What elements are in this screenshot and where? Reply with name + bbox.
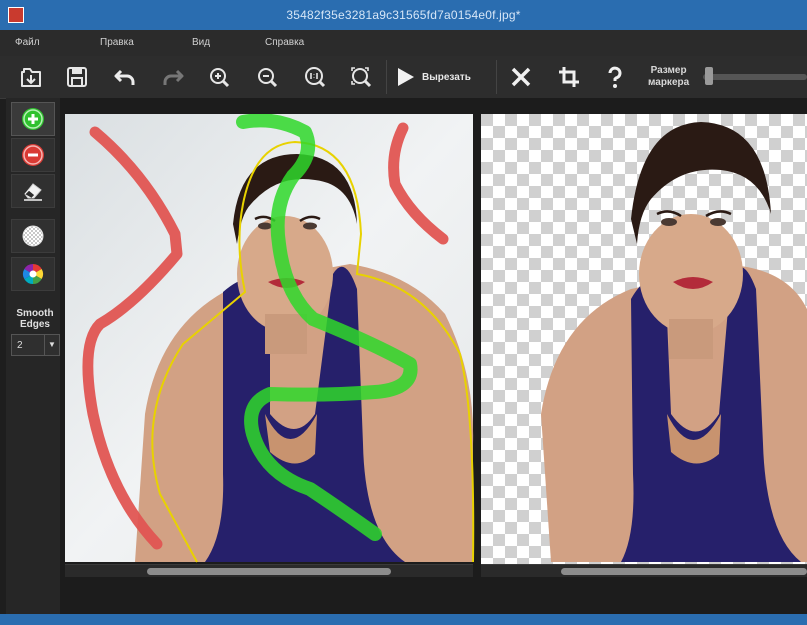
help-button[interactable] — [598, 60, 632, 94]
zoom-actual-icon — [305, 67, 326, 88]
color-wheel-icon — [22, 263, 44, 285]
background-button[interactable] — [11, 219, 55, 253]
zoom-fit-button[interactable] — [344, 60, 378, 94]
close-icon — [511, 67, 531, 87]
result-canvas-panel — [475, 98, 807, 625]
undo-button[interactable] — [108, 60, 142, 94]
smooth-edges-select[interactable]: 2 ▼ — [11, 334, 60, 356]
smooth-label-line1: Smooth — [16, 308, 54, 319]
window-bottom-border — [0, 614, 807, 625]
menu-view[interactable]: Вид — [192, 37, 210, 48]
title-bar: 35482f35e3281a9c31565fd7a0154e0f.jpg* — [0, 0, 807, 31]
marker-size-slider-thumb[interactable] — [704, 67, 713, 85]
result-scrollbar-thumb[interactable] — [561, 568, 807, 575]
redo-button[interactable] — [156, 60, 190, 94]
crop-icon — [559, 67, 579, 87]
circle-icon — [22, 225, 44, 247]
source-image-canvas[interactable] — [65, 114, 480, 584]
window-title: 35482f35e3281a9c31565fd7a0154e0f.jpg* — [286, 8, 521, 22]
source-scrollbar-thumb[interactable] — [147, 568, 391, 575]
crop-button[interactable] — [552, 60, 586, 94]
result-horizontal-scrollbar[interactable] — [481, 564, 807, 577]
cut-button[interactable]: Вырезать — [392, 62, 471, 92]
zoom-out-button[interactable] — [250, 60, 284, 94]
help-icon — [608, 66, 622, 88]
toolbar-separator — [496, 60, 497, 94]
open-button[interactable] — [14, 60, 48, 94]
marker-size-slider[interactable] — [703, 74, 807, 80]
marker-label-line2: маркера — [648, 77, 690, 88]
smooth-edges-label: Smooth Edges — [6, 308, 64, 330]
undo-icon — [114, 69, 135, 85]
toolbar-separator — [386, 60, 387, 94]
source-canvas-panel — [60, 98, 475, 625]
result-image-canvas[interactable] — [481, 114, 807, 564]
zoom-fit-icon — [351, 67, 372, 88]
cut-label: Вырезать — [422, 71, 471, 83]
save-button[interactable] — [60, 60, 94, 94]
minus-icon — [22, 144, 44, 166]
toolbar: Вырезать Размер маркера — [0, 56, 807, 99]
zoom-actual-button[interactable] — [298, 60, 332, 94]
play-icon — [398, 68, 414, 86]
smooth-edges-value: 2 — [17, 340, 23, 351]
save-icon — [67, 67, 87, 87]
menu-file[interactable]: Файл — [15, 37, 40, 48]
eraser-button[interactable] — [11, 174, 55, 208]
chevron-down-icon: ▼ — [44, 335, 59, 355]
marker-size-label: Размер маркера — [648, 65, 689, 89]
smooth-label-line2: Edges — [19, 319, 50, 330]
redo-icon — [163, 69, 184, 85]
plus-icon — [22, 108, 44, 130]
zoom-out-icon — [258, 68, 278, 88]
eraser-icon — [24, 183, 42, 201]
source-horizontal-scrollbar[interactable] — [65, 564, 473, 577]
menu-edit[interactable]: Правка — [100, 37, 134, 48]
zoom-in-icon — [210, 68, 230, 88]
remove-marker-button[interactable] — [11, 138, 55, 172]
color-button[interactable] — [11, 257, 55, 291]
keep-marker-button[interactable] — [11, 102, 55, 136]
menu-bar: Файл Правка Вид Справка — [0, 30, 807, 56]
zoom-in-button[interactable] — [202, 60, 236, 94]
open-icon — [21, 68, 41, 87]
tools-sidebar: Smooth Edges 2 ▼ — [6, 98, 60, 625]
menu-help[interactable]: Справка — [265, 37, 304, 48]
marker-label-line1: Размер — [650, 65, 687, 76]
close-button[interactable] — [504, 60, 538, 94]
